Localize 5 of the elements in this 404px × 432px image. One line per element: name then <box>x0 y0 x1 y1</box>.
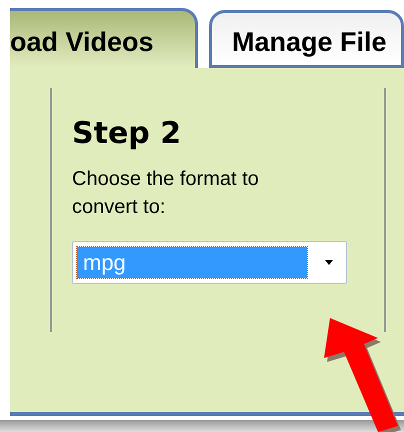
caret-icon <box>325 260 333 265</box>
step-title: Step 2 <box>72 116 182 151</box>
tab[interactable]: Manage File <box>209 10 404 68</box>
instruction-text: Choose the format to convert to: <box>72 167 260 220</box>
tab[interactable]: oad Videos <box>10 8 198 68</box>
